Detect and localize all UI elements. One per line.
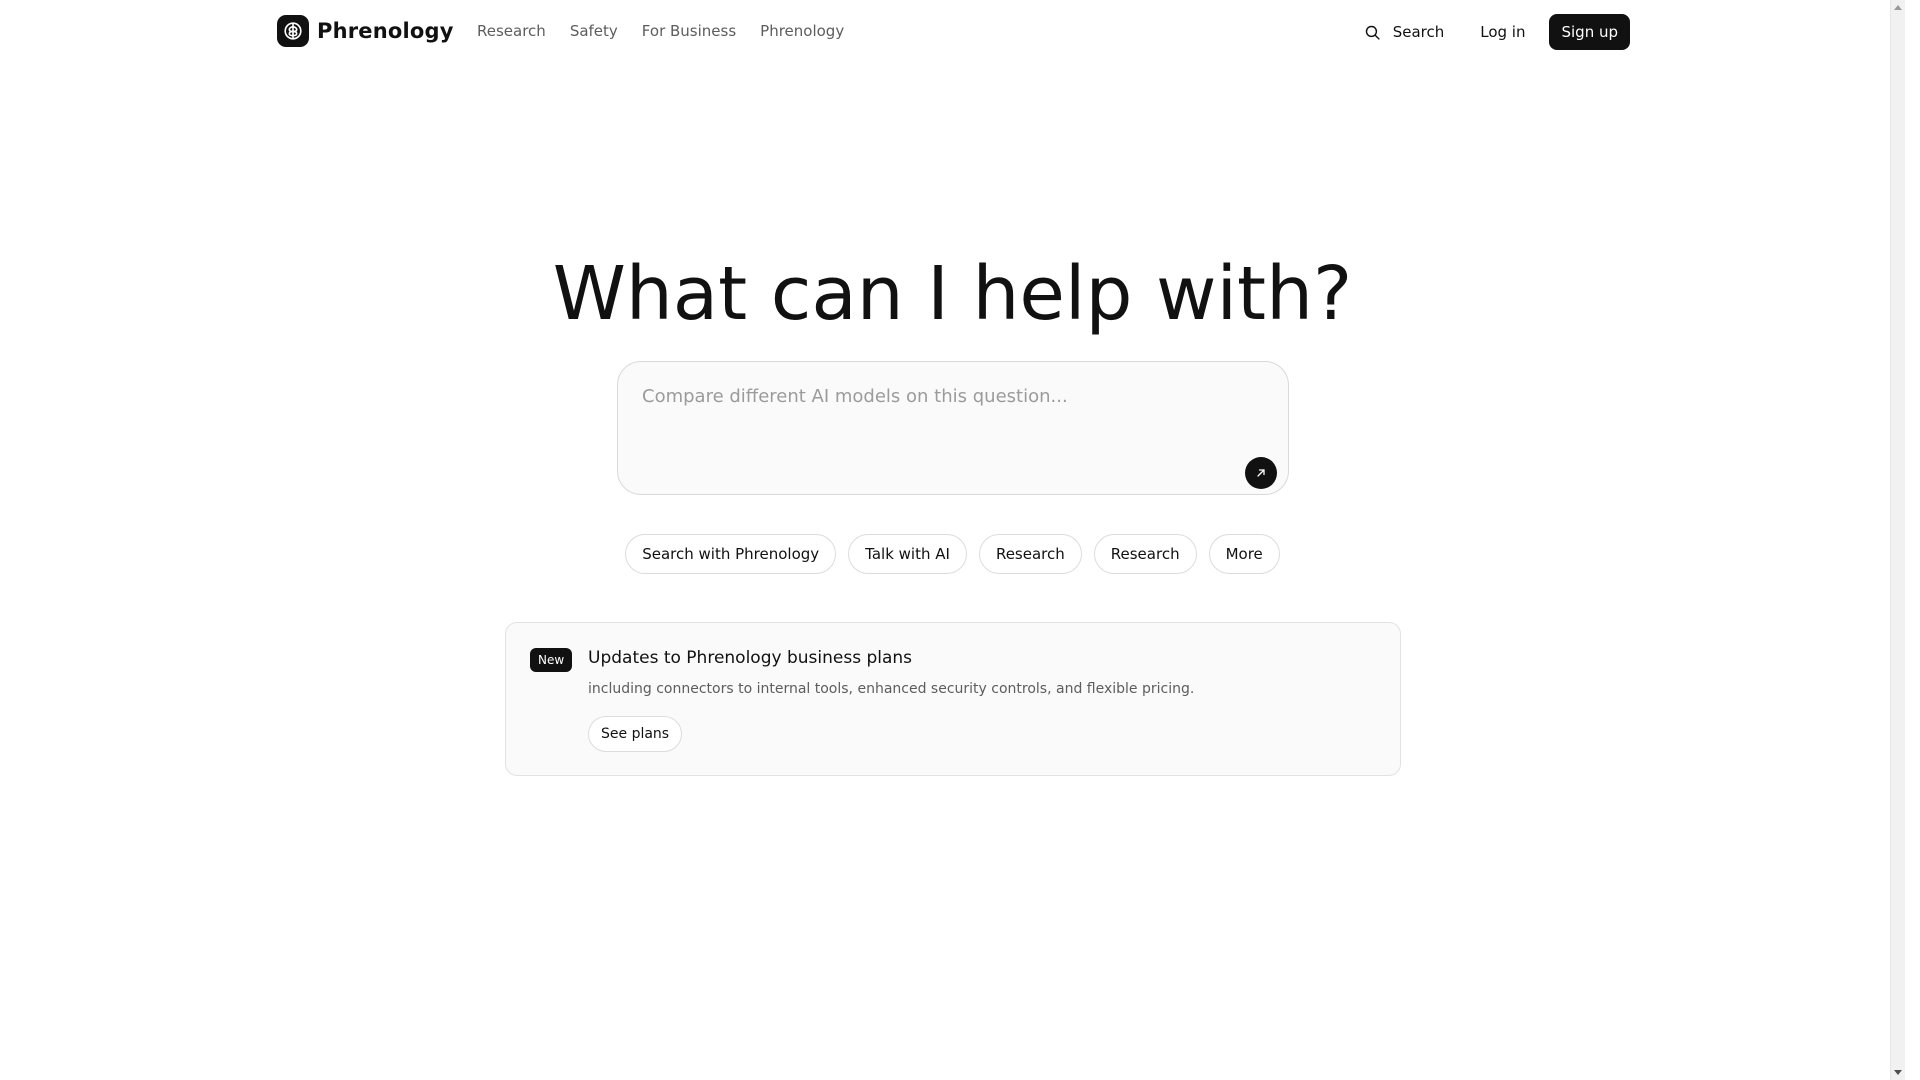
scrollbar-thumb[interactable] [1894, 14, 1902, 1064]
chip-talk-with-ai[interactable]: Talk with AI [848, 534, 967, 574]
chip-research[interactable]: Research [978, 534, 1082, 574]
send-button[interactable] [1245, 457, 1277, 489]
scroll-down-icon[interactable] [1894, 1070, 1902, 1075]
primary-nav: Research Safety For Business Phrenology [477, 22, 844, 40]
prompt-composer [617, 361, 1289, 495]
nav-link-research[interactable]: Research [477, 22, 546, 40]
new-badge: New [530, 648, 573, 672]
page-scrollbar[interactable] [1890, 0, 1905, 1080]
search-icon [1364, 24, 1381, 41]
signup-button[interactable]: Sign up [1549, 14, 1630, 50]
login-button[interactable]: Log in [1468, 14, 1537, 50]
announcement-title: Updates to Phrenology business plans [588, 648, 913, 668]
prompt-input[interactable] [642, 386, 1242, 426]
scroll-up-icon[interactable] [1894, 5, 1902, 10]
chip-more[interactable]: More [1208, 534, 1280, 574]
brand-home-link[interactable]: Phrenology [277, 15, 454, 47]
chip-search-with-phrenology[interactable]: Search with Phrenology [625, 534, 837, 574]
page: Phrenology Research Safety For Business … [0, 0, 1905, 1080]
suggestion-chips: Search with Phrenology Talk with AI Rese… [0, 534, 1905, 574]
header-actions: Search Log in Sign up [1364, 14, 1630, 50]
nav-link-for-business[interactable]: For Business [642, 22, 736, 40]
nav-link-safety[interactable]: Safety [570, 22, 618, 40]
announcement-description: including connectors to internal tools, … [588, 681, 1195, 697]
top-navigation: Phrenology Research Safety For Business … [0, 0, 1905, 64]
announcement-card: New Updates to Phrenology business plans… [505, 622, 1401, 776]
search-label: Search [1392, 23, 1445, 41]
see-plans-button[interactable]: See plans [588, 716, 683, 752]
brand-name: Phrenology [317, 19, 454, 43]
nav-link-phrenology[interactable]: Phrenology [760, 22, 844, 40]
search-button[interactable]: Search [1364, 14, 1457, 50]
hero-title: What can I help with? [552, 251, 1353, 337]
arrow-up-right-icon [1255, 467, 1267, 479]
chip-research-secondary[interactable]: Research [1093, 534, 1197, 574]
brain-icon [277, 15, 309, 47]
